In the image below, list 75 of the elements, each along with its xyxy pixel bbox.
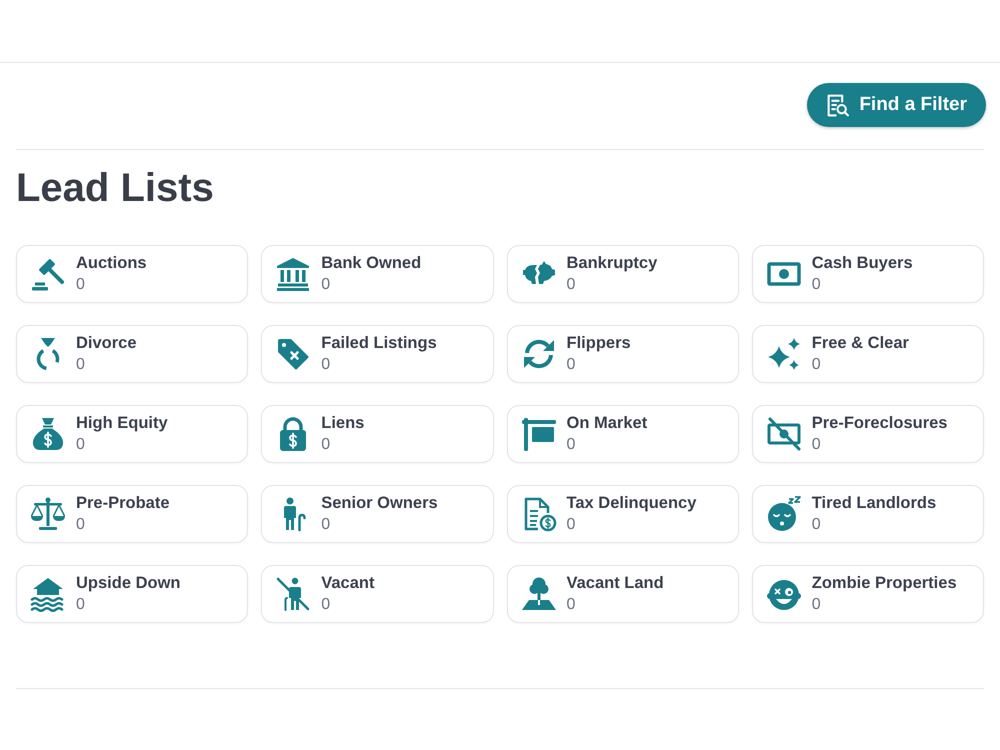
list-name: Senior Owners (321, 493, 438, 514)
list-name: Pre-Foreclosures (812, 413, 948, 434)
lead-list-card[interactable]: Senior Owners 0 (261, 485, 494, 543)
lead-list-card[interactable]: Divorce 0 (16, 325, 248, 383)
bank-icon (275, 256, 312, 292)
list-count: 0 (76, 275, 85, 295)
lead-list-card[interactable]: Auctions 0 (16, 245, 248, 303)
lead-list-card[interactable]: Upside Down 0 (16, 565, 248, 623)
list-count: 0 (566, 275, 576, 295)
document-search-icon (825, 92, 850, 118)
lead-list-card[interactable]: Bank Owned 0 (261, 245, 494, 303)
list-count: 0 (566, 355, 576, 375)
list-name: Vacant Land (566, 573, 664, 594)
list-name: Auctions (76, 253, 147, 274)
list-count: 0 (76, 355, 85, 375)
tree-on-land-icon (520, 576, 556, 612)
list-count: 0 (566, 515, 576, 535)
list-name: Pre-Probate (76, 493, 170, 514)
sparkles-icon (766, 336, 802, 372)
list-count: 0 (321, 355, 330, 375)
list-name: Tired Landlords (812, 493, 936, 514)
list-name: Flippers (566, 333, 631, 354)
list-count: 0 (812, 515, 821, 535)
sleeping-face-icon (766, 496, 802, 532)
lead-list-card[interactable]: Vacant Land 0 (506, 565, 739, 623)
list-count: 0 (812, 595, 821, 615)
list-count: 0 (76, 595, 85, 615)
list-count: 0 (76, 435, 85, 455)
list-count: 0 (812, 435, 821, 455)
lead-list-card[interactable]: Zombie Properties 0 (752, 565, 984, 623)
list-name: Cash Buyers (812, 253, 913, 274)
lead-list-card[interactable]: Pre-Probate 0 (16, 485, 248, 543)
money-bag-icon (30, 416, 66, 452)
list-count: 0 (566, 435, 576, 455)
list-count: 0 (76, 515, 85, 535)
scales-icon (30, 496, 66, 532)
lead-list-card[interactable]: Failed Listings 0 (261, 325, 494, 383)
list-count: 0 (321, 435, 330, 455)
list-name: Zombie Properties (812, 573, 957, 594)
lead-list-card[interactable]: Bankruptcy 0 (506, 245, 739, 303)
list-name: Upside Down (76, 573, 181, 594)
lead-list-card[interactable]: Vacant 0 (261, 565, 494, 623)
list-name: On Market (566, 413, 648, 434)
tag-x-icon (275, 336, 312, 372)
crossed-person-icon (275, 576, 312, 612)
list-name: Failed Listings (321, 333, 437, 354)
list-count: 0 (321, 595, 330, 615)
lead-list-card[interactable]: Tired Landlords 0 (752, 485, 984, 543)
list-count: 0 (321, 275, 330, 295)
page-title: Lead Lists (16, 165, 215, 212)
lead-list-card[interactable]: Flippers 0 (506, 325, 739, 383)
signpost-icon (520, 416, 556, 452)
lead-list-card[interactable]: On Market 0 (506, 405, 739, 463)
lead-list-card[interactable]: Pre-Foreclosures 0 (752, 405, 984, 463)
lead-list-card[interactable]: Liens 0 (261, 405, 494, 463)
gavel-icon (30, 256, 66, 292)
list-count: 0 (566, 595, 576, 615)
list-name: Tax Delinquency (566, 493, 696, 514)
lead-list-card[interactable]: High Equity 0 (16, 405, 248, 463)
list-count: 0 (321, 515, 330, 535)
find-filter-button[interactable]: Find a Filter (807, 83, 986, 127)
lead-list-card[interactable]: Free & Clear 0 (752, 325, 984, 383)
list-name: Free & Clear (812, 333, 909, 354)
list-count: 0 (812, 275, 821, 295)
flooded-house-icon (30, 576, 66, 612)
crossed-banknote-icon (766, 416, 802, 452)
list-name: High Equity (76, 413, 168, 434)
list-name: Liens (321, 413, 364, 434)
lead-list-card[interactable]: Cash Buyers 0 (752, 245, 984, 303)
list-name: Bank Owned (321, 253, 422, 274)
list-name: Bankruptcy (566, 253, 658, 274)
list-count: 0 (812, 355, 821, 375)
list-name: Divorce (76, 333, 137, 354)
list-name: Vacant (321, 573, 374, 594)
lead-list-card[interactable]: Tax Delinquency 0 (506, 485, 739, 543)
